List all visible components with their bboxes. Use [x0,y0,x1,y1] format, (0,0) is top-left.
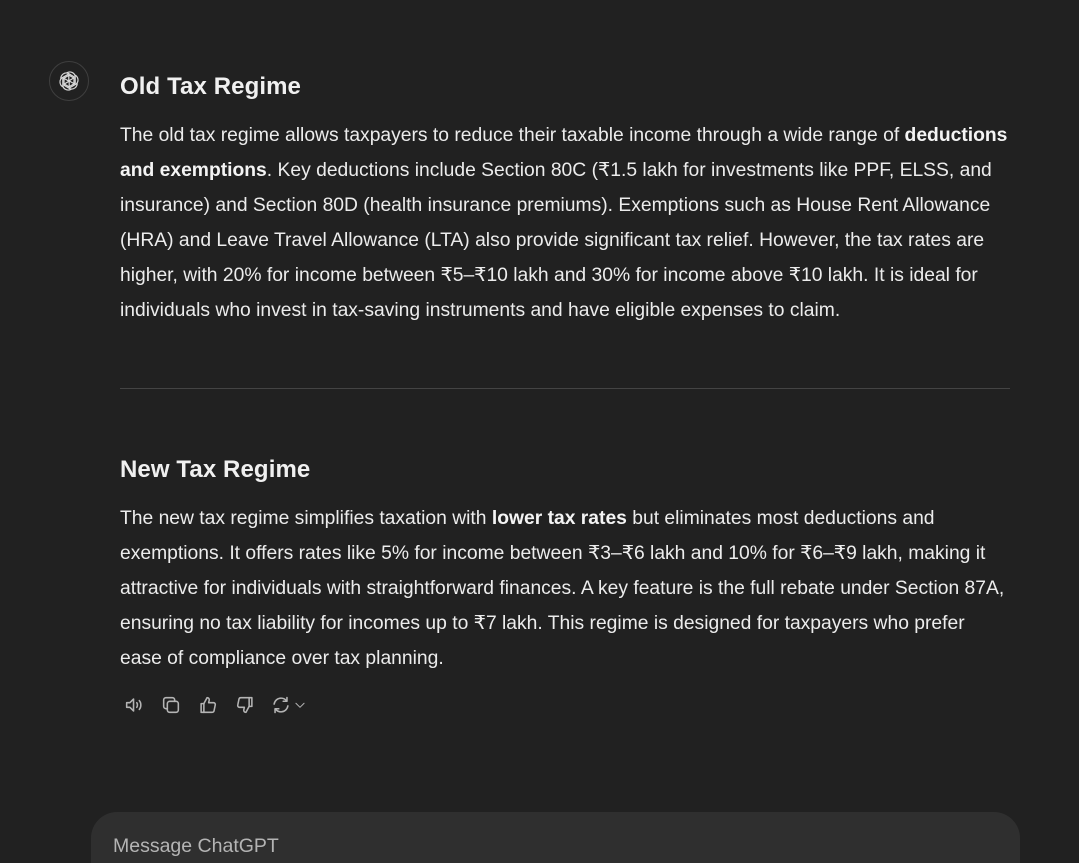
message-actions [120,691,317,719]
openai-logo-icon [59,71,79,91]
section-body-new-regime: The new tax regime simplifies taxation w… [120,501,1010,676]
body-text: but eliminates most deductions and exemp… [120,508,1005,669]
body-text: The old tax regime allows taxpayers to r… [120,125,905,146]
good-response-button[interactable] [194,691,222,719]
section-title-new-regime: New Tax Regime [120,456,311,483]
regenerate-icon [272,696,289,714]
message-input[interactable] [113,832,973,860]
body-text: The new tax regime simplifies taxation w… [120,508,492,529]
chevron-down-icon [294,702,305,708]
message-composer [91,812,1020,863]
regenerate-button[interactable] [268,691,308,719]
bad-response-button[interactable] [231,691,259,719]
thumbs-down-icon [236,696,253,714]
section-title-old-regime: Old Tax Regime [120,73,302,100]
assistant-message: Old Tax Regime The old tax regime allows… [120,70,1010,676]
chat-page: Old Tax Regime The old tax regime allows… [0,0,1079,863]
copy-icon [162,696,180,714]
body-text: . Key deductions include Section 80C (₹1… [120,160,992,321]
read-aloud-icon [125,698,142,712]
read-aloud-button[interactable] [120,691,148,719]
horizontal-divider [120,388,1010,389]
thumbs-up-icon [200,696,217,714]
assistant-avatar [49,61,89,101]
section-body-old-regime: The old tax regime allows taxpayers to r… [120,118,1010,328]
copy-button[interactable] [157,691,185,719]
body-bold-text: lower tax rates [491,508,627,529]
